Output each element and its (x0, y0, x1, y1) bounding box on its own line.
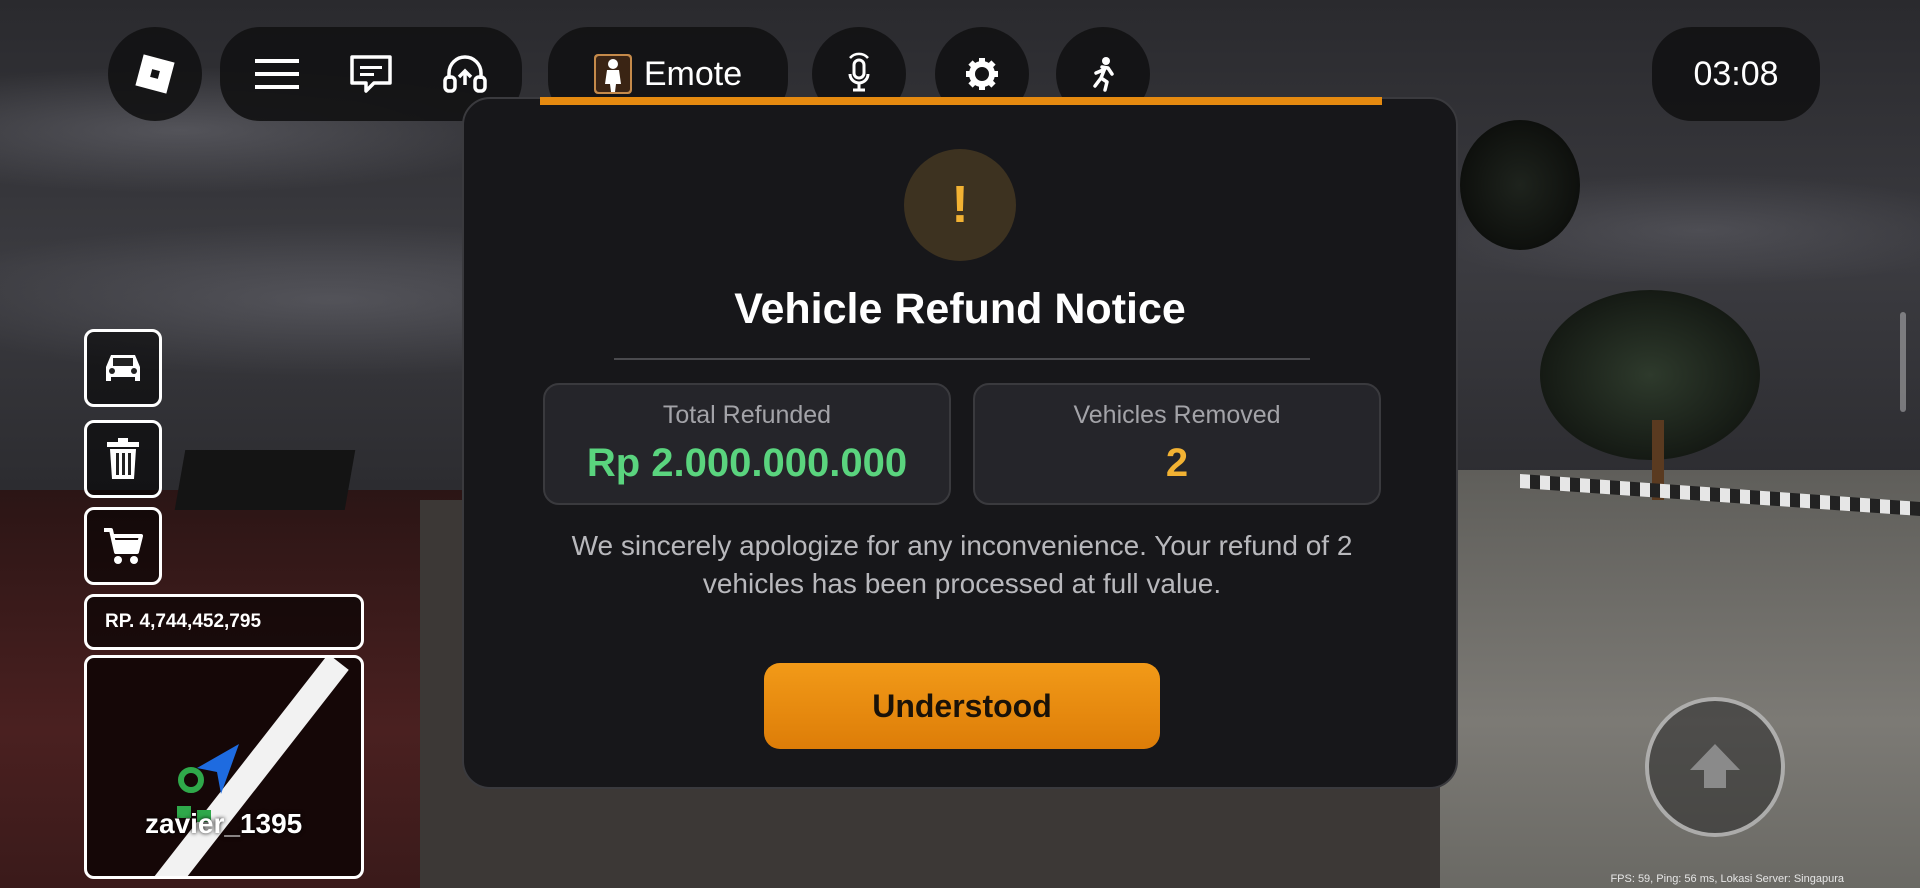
cart-icon (102, 526, 144, 566)
garage-car-button[interactable] (84, 329, 162, 407)
total-refunded-value: Rp 2.000.000.000 (586, 441, 908, 485)
chat-icon[interactable] (348, 53, 394, 95)
roblox-menu-button[interactable] (108, 27, 202, 121)
performance-stats: FPS: 59, Ping: 56 ms, Lokasi Server: Sin… (1610, 873, 1844, 885)
roblox-logo-icon (132, 51, 178, 97)
apology-message: We sincerely apologize for any inconveni… (571, 530, 1353, 599)
total-refunded-label: Total Refunded (662, 401, 832, 429)
jump-button[interactable] (1645, 697, 1785, 837)
player-name: zavier_1395 (145, 808, 303, 839)
voice-mic-icon (844, 52, 874, 96)
car-icon (100, 349, 146, 387)
emote-label: Emote (643, 54, 743, 93)
vehicles-removed-card: Vehicles Removed 2 (973, 383, 1381, 505)
modal-title: Vehicle Refund Notice (734, 285, 1186, 333)
emote-avatar-icon (593, 54, 632, 94)
modal-divider (614, 358, 1310, 360)
scrollbar[interactable] (1900, 312, 1906, 412)
money-balance: RP. 4,744,452,795 (84, 594, 364, 650)
gear-icon (965, 57, 999, 91)
headset-icon[interactable] (441, 51, 489, 97)
warning-icon: ! (904, 149, 1016, 261)
game-clock: 03:08 (1652, 27, 1820, 121)
delete-vehicle-button[interactable] (84, 420, 162, 498)
running-person-icon (1088, 56, 1118, 92)
total-refunded-card: Total Refunded Rp 2.000.000.000 (543, 383, 951, 505)
vehicles-removed-value: 2 (1165, 441, 1189, 485)
tree-silhouette (1460, 120, 1580, 250)
dark-wall (174, 450, 356, 510)
shop-cart-button[interactable] (84, 507, 162, 585)
vehicles-removed-label: Vehicles Removed (1073, 401, 1281, 429)
tree-canopy (1540, 290, 1760, 460)
refund-notice-modal: ! Vehicle Refund Notice Total Refunded R… (462, 97, 1458, 789)
minimap[interactable]: zavier_1395 (84, 655, 364, 879)
modal-accent-bar (540, 97, 1382, 105)
understood-button[interactable]: Understood (764, 663, 1160, 749)
hamburger-menu-icon[interactable] (253, 56, 301, 92)
trash-icon (104, 438, 142, 480)
arrow-up-icon (1688, 740, 1742, 794)
